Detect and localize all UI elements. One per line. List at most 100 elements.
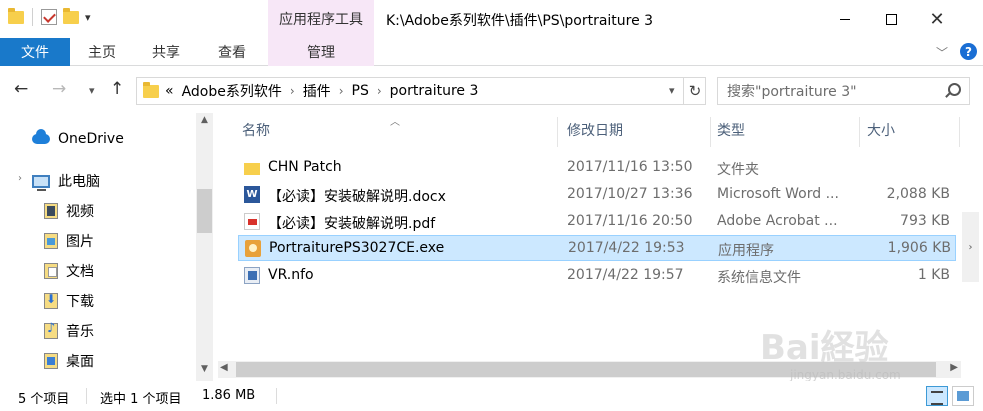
breadcrumb-portraiture[interactable]: portraiture 3 [390,83,479,99]
breadcrumb-separator-icon[interactable]: › [290,84,295,98]
scroll-down-icon[interactable]: ▼ [196,364,213,374]
tab-manage[interactable]: 管理 [268,38,374,66]
breadcrumb-overflow[interactable]: « [165,83,174,99]
breadcrumb-ps[interactable]: PS [352,83,369,99]
status-divider [86,388,87,404]
minimize-icon [840,18,850,20]
column-header-size[interactable]: 大小 [867,113,895,147]
file-type: 文件夹 [717,162,759,178]
file-row[interactable]: CHN Patch 2017/11/16 13:50 文件夹 [238,155,956,181]
sidebar-item-label: 桌面 [66,354,94,370]
details-view-icon[interactable] [926,386,948,406]
column-header-date[interactable]: 修改日期 [567,113,623,147]
sidebar-item-label: 音乐 [66,324,94,340]
properties-icon[interactable] [41,9,57,25]
computer-icon [32,174,50,191]
sidebar-item-music[interactable]: 音乐 [44,321,94,341]
column-divider[interactable] [859,117,860,147]
expand-chevron-icon[interactable]: › [18,173,22,184]
sidebar-item-videos[interactable]: 视频 [44,201,94,221]
up-arrow-icon[interactable]: ↑ [110,79,124,99]
column-header-type[interactable]: 类型 [717,113,745,147]
tab-home[interactable]: 主页 [88,38,116,66]
word-doc-icon: W [244,186,260,203]
file-size: 793 KB [900,213,950,229]
sidebar-item-documents[interactable]: 文档 [44,261,94,281]
file-row-selected[interactable]: PortraiturePS3027CE.exe 2017/4/22 19:53 … [238,235,956,261]
videos-folder-icon [44,203,58,219]
breadcrumb-adobe[interactable]: Adobe系列软件 [182,81,282,101]
folder-icon [143,81,159,98]
file-date: 2017/4/22 19:53 [568,240,685,256]
search-placeholder: 搜索"portraiture 3" [727,84,857,100]
recent-locations-chevron-icon[interactable]: ▾ [89,84,95,97]
navigation-bar: ← → ▾ ↑ « Adobe系列软件 › 插件 › PS › portrait… [0,67,983,113]
file-size: 1 KB [917,267,950,283]
file-type: 系统信息文件 [717,270,801,286]
breadcrumb-separator-icon[interactable]: › [377,84,382,98]
search-icon[interactable] [948,83,961,96]
file-size: 1,906 KB [887,240,951,256]
tab-view[interactable]: 查看 [218,38,246,66]
sidebar-item-desktop[interactable]: 桌面 [44,351,94,371]
address-bar[interactable]: « Adobe系列软件 › 插件 › PS › portraiture 3 ▾ … [136,77,706,105]
address-dropdown-chevron-icon[interactable]: ▾ [669,84,675,97]
close-icon: ✕ [929,8,945,30]
scroll-left-icon[interactable]: ◀ [220,362,228,373]
column-divider[interactable] [557,117,558,147]
large-icons-view-icon[interactable] [952,386,974,406]
navigation-pane-scrollbar[interactable]: ▲ ▼ [196,113,213,381]
folder-icon [244,163,260,175]
status-divider [276,388,277,404]
folder-icon [8,7,24,24]
breadcrumb-plugins[interactable]: 插件 [303,81,331,101]
baidu-watermark-logo: Bai経验 [760,328,889,368]
file-name: 【必读】安装破解说明.pdf [268,216,436,232]
file-row[interactable]: VR.nfo 2017/4/22 19:57 系统信息文件 1 KB [238,263,956,289]
refresh-icon[interactable]: ↻ [683,78,706,104]
title-bar: ▾ 应用程序工具 K:\Adobe系列软件\插件\PS\portraiture … [0,0,983,38]
back-arrow-icon[interactable]: ← [14,79,28,99]
file-row[interactable]: W 【必读】安装破解说明.docx 2017/10/27 13:36 Micro… [238,182,956,208]
expand-ribbon-icon[interactable]: ﹀ [936,44,948,61]
nfo-icon [244,267,260,284]
sidebar-item-onedrive[interactable]: OneDrive [32,129,124,147]
file-name: PortraiturePS3027CE.exe [269,240,445,256]
file-row[interactable]: 【必读】安装破解说明.pdf 2017/11/16 20:50 Adobe Ac… [238,209,956,235]
file-date: 2017/11/16 13:50 [567,159,693,175]
application-tools-tab[interactable]: 应用程序工具 [268,0,374,38]
search-input[interactable]: 搜索"portraiture 3" [717,77,970,105]
navigation-pane: OneDrive › 此电脑 视频 图片 文档 下载 音乐 桌面 [0,113,214,381]
sidebar-item-label: 下载 [66,294,94,310]
minimize-button[interactable] [822,0,868,38]
scroll-up-icon[interactable]: ▲ [196,115,213,125]
file-name: 【必读】安装破解说明.docx [268,189,446,205]
new-folder-icon[interactable] [63,7,79,24]
status-bar: 5 个项目 选中 1 个项目 1.86 MB [0,381,983,411]
breadcrumb-separator-icon[interactable]: › [339,84,344,98]
customize-toolbar-icon[interactable]: ▾ [85,11,91,24]
file-date: 2017/11/16 20:50 [567,213,693,229]
maximize-icon [885,13,897,25]
column-divider[interactable] [710,117,711,147]
maximize-button[interactable] [868,0,914,38]
sidebar-item-downloads[interactable]: 下载 [44,291,94,311]
selection-size: 1.86 MB [202,388,256,403]
close-button[interactable]: ✕ [914,0,960,38]
scroll-right-icon[interactable]: ▶ [950,362,958,373]
help-icon[interactable]: ? [960,43,977,60]
tab-share[interactable]: 共享 [152,38,180,66]
sidebar-item-label: 此电脑 [58,174,100,190]
column-divider[interactable] [959,117,960,147]
file-type: 应用程序 [718,243,774,259]
baidu-watermark-url: jingyan.baidu.com [790,368,901,382]
scrollbar-thumb[interactable] [197,189,212,233]
tab-file[interactable]: 文件 [0,38,70,66]
sidebar-item-pictures[interactable]: 图片 [44,231,94,251]
desktop-folder-icon [44,353,58,369]
file-list-scroll-right-icon[interactable]: › [962,212,979,282]
column-header-name[interactable]: 名称 [242,113,270,147]
sidebar-item-this-pc[interactable]: 此电脑 [32,171,100,191]
documents-folder-icon [44,263,58,279]
forward-arrow-icon[interactable]: → [52,79,66,99]
